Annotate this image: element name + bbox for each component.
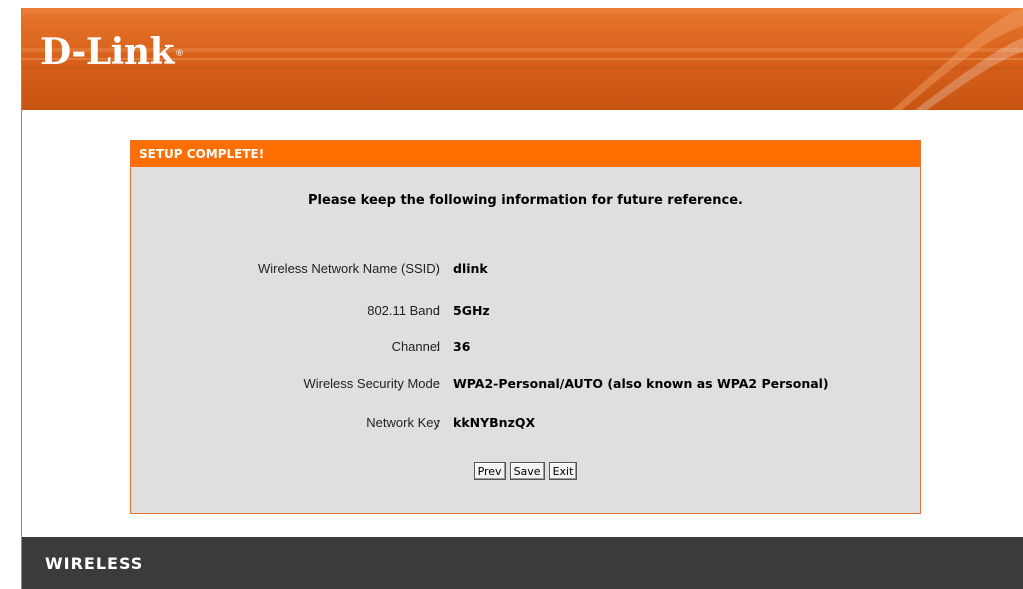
footer-bar: WIRELESS bbox=[22, 537, 1023, 589]
panel-title: SETUP COMPLETE! bbox=[131, 141, 920, 167]
dlink-logo-text: D-Link bbox=[40, 31, 174, 73]
network-key-value: kkNYBnzQX bbox=[453, 415, 536, 430]
ssid-label: Wireless Network Name (SSID) bbox=[257, 261, 440, 276]
ssid-value: dlink bbox=[453, 261, 488, 276]
footer-wireless-label: WIRELESS bbox=[45, 554, 144, 573]
band-colon: : bbox=[436, 303, 440, 318]
band-label: 802.11 Band bbox=[367, 303, 440, 318]
ssid-colon: : bbox=[436, 261, 440, 276]
save-button[interactable]: Save bbox=[509, 462, 545, 480]
info-row-ssid: Wireless Network Name (SSID) : dlink bbox=[131, 261, 920, 279]
info-row-channel: Channel : 36 bbox=[131, 339, 920, 357]
network-key-colon: : bbox=[436, 415, 440, 430]
security-mode-label: Wireless Security Mode bbox=[303, 376, 440, 391]
registered-mark: ® bbox=[174, 49, 184, 59]
exit-button[interactable]: Exit bbox=[548, 462, 578, 480]
channel-colon: : bbox=[436, 339, 440, 354]
info-row-network-key: Network Key : kkNYBnzQX bbox=[131, 415, 920, 433]
intro-text: Please keep the following information fo… bbox=[308, 193, 743, 208]
security-mode-value: WPA2-Personal/AUTO (also known as WPA2 P… bbox=[453, 376, 829, 391]
info-row-security-mode: Wireless Security Mode : WPA2-Personal/A… bbox=[131, 376, 920, 394]
security-mode-colon: : bbox=[436, 376, 440, 391]
button-bar: Prev Save Exit bbox=[131, 462, 920, 480]
info-row-band: 802.11 Band : 5GHz bbox=[131, 303, 920, 321]
setup-complete-panel: SETUP COMPLETE! Please keep the followin… bbox=[130, 140, 921, 514]
channel-label: Channel bbox=[391, 339, 440, 354]
band-value: 5GHz bbox=[453, 303, 490, 318]
prev-button[interactable]: Prev bbox=[473, 462, 506, 480]
dlink-logo: D-Link® bbox=[40, 31, 184, 73]
header-banner: D-Link® bbox=[22, 8, 1023, 110]
channel-value: 36 bbox=[453, 339, 471, 354]
network-key-label: Network Key bbox=[366, 415, 440, 430]
setup-wizard-page: D-Link® SETUP COMPLETE! Please keep the … bbox=[0, 0, 1023, 589]
